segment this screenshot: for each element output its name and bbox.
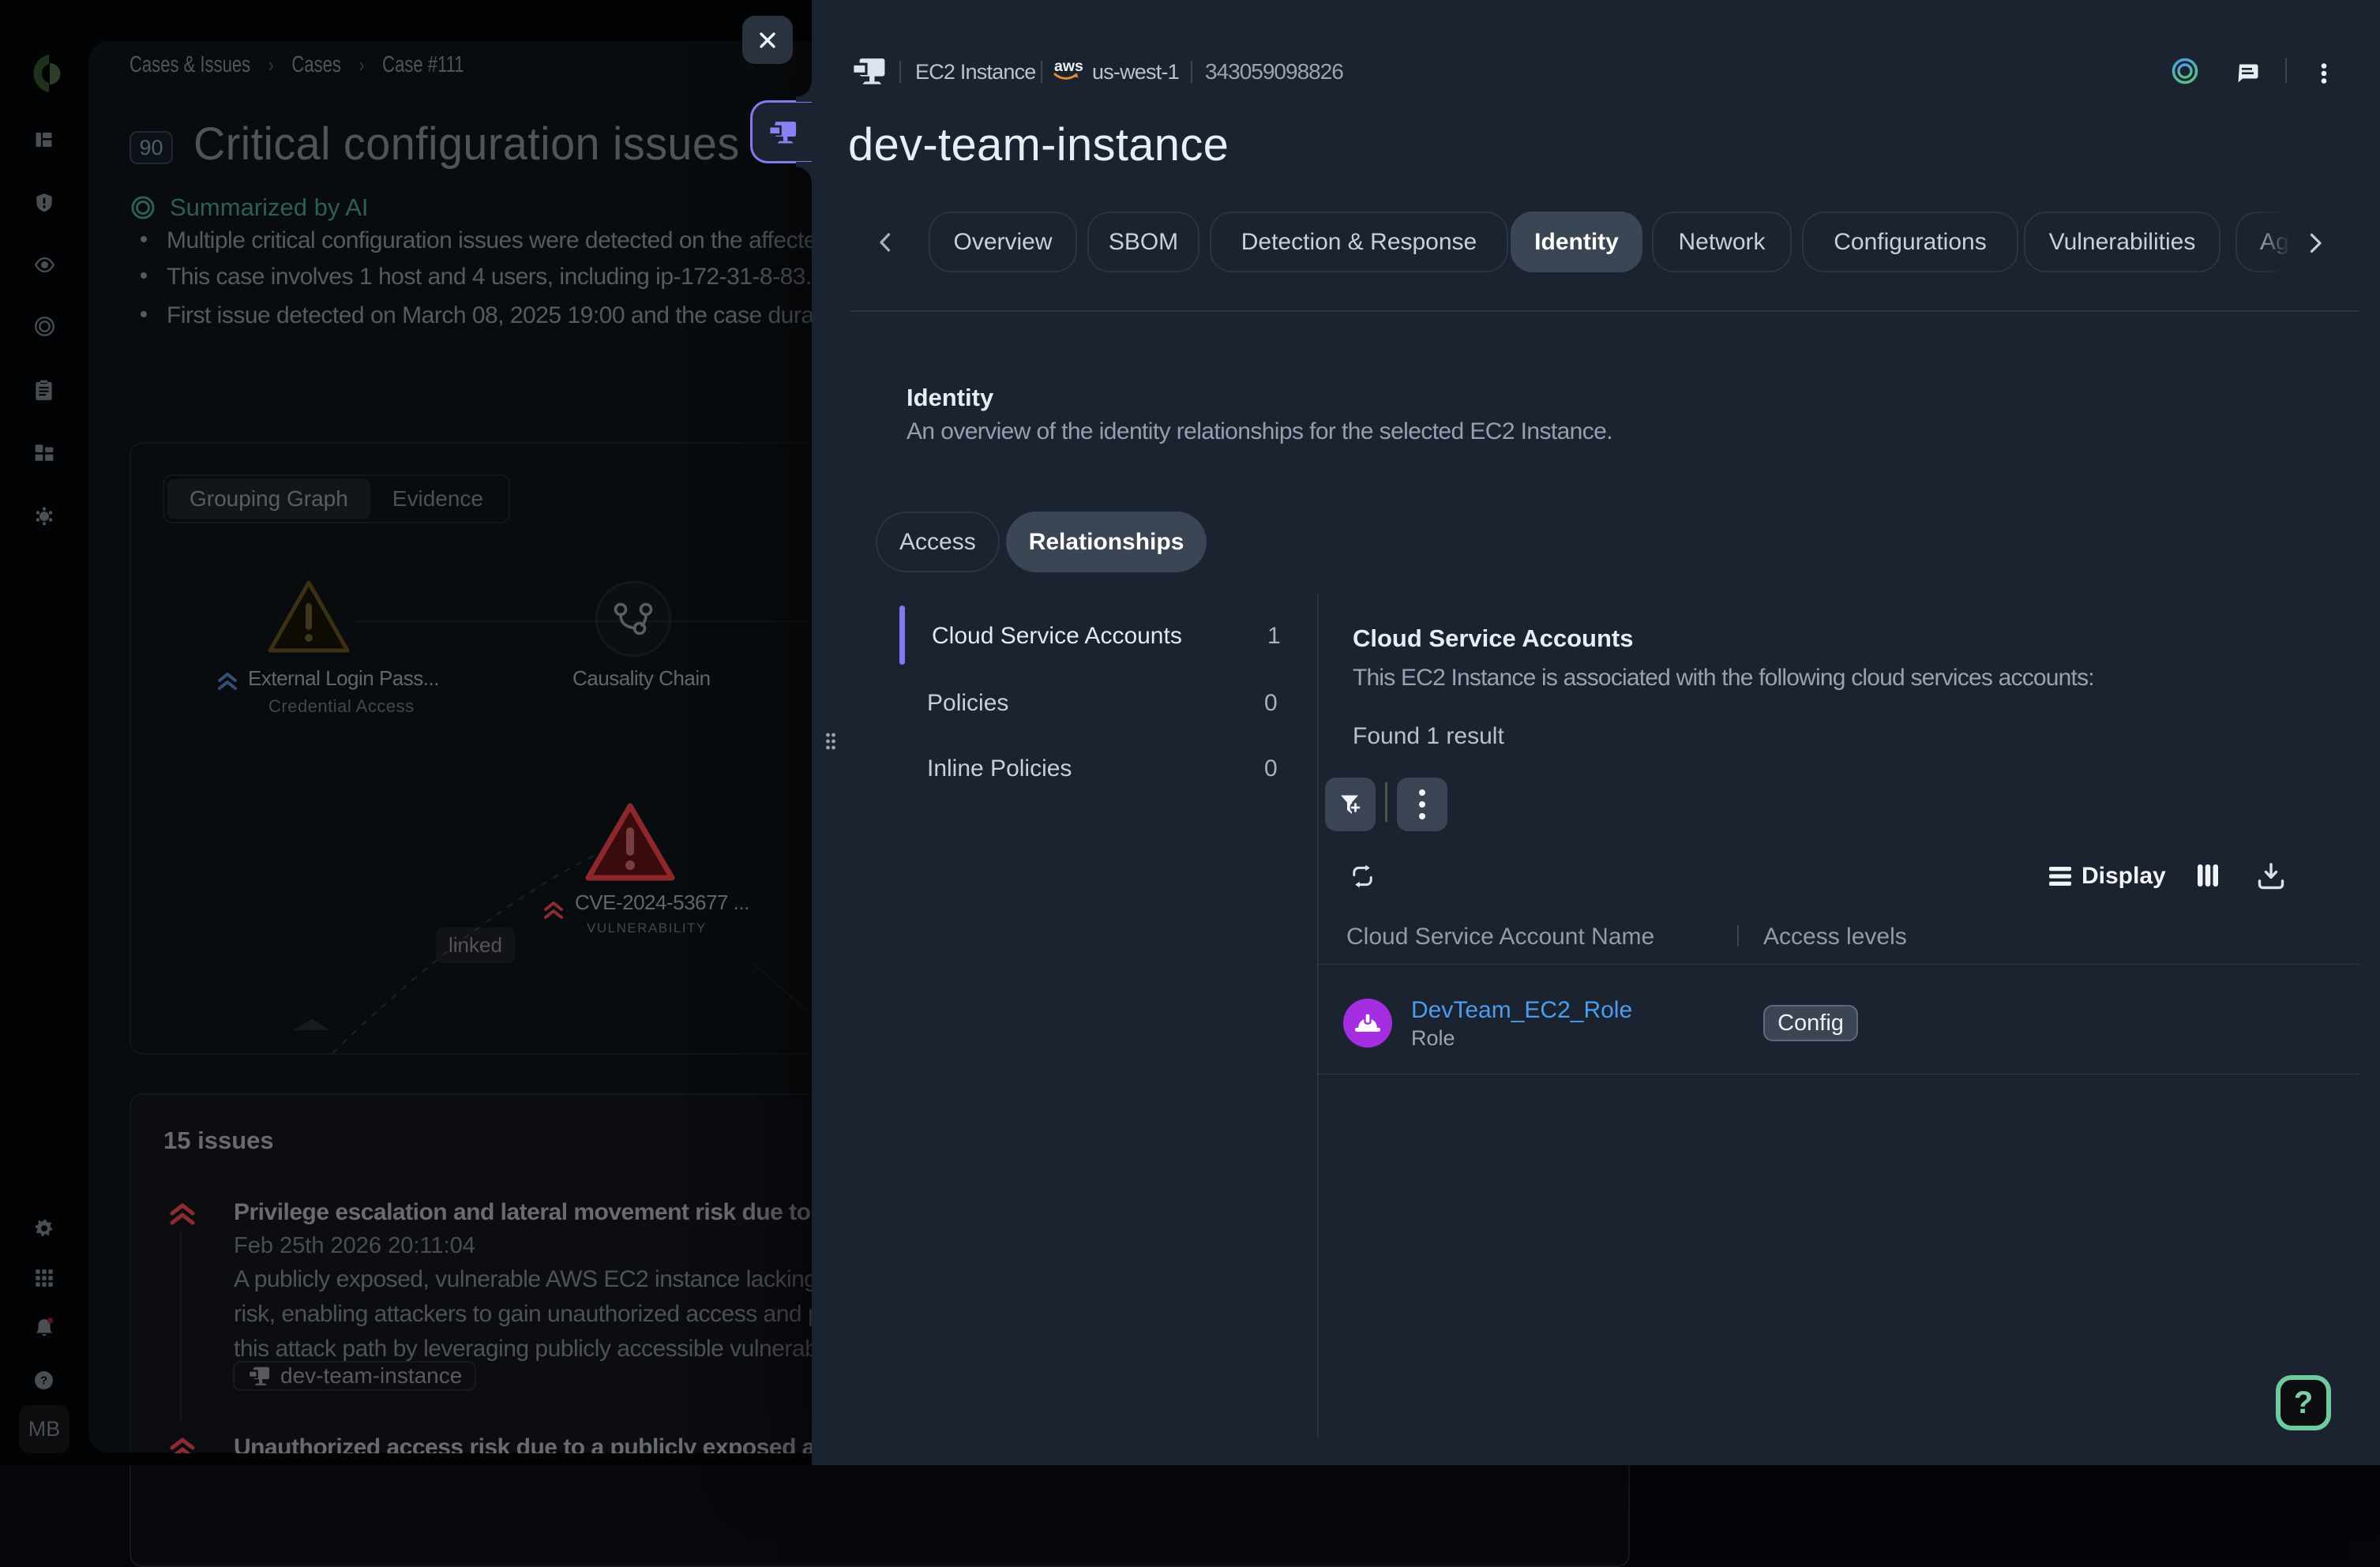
svg-text:aws: aws xyxy=(1054,58,1083,75)
